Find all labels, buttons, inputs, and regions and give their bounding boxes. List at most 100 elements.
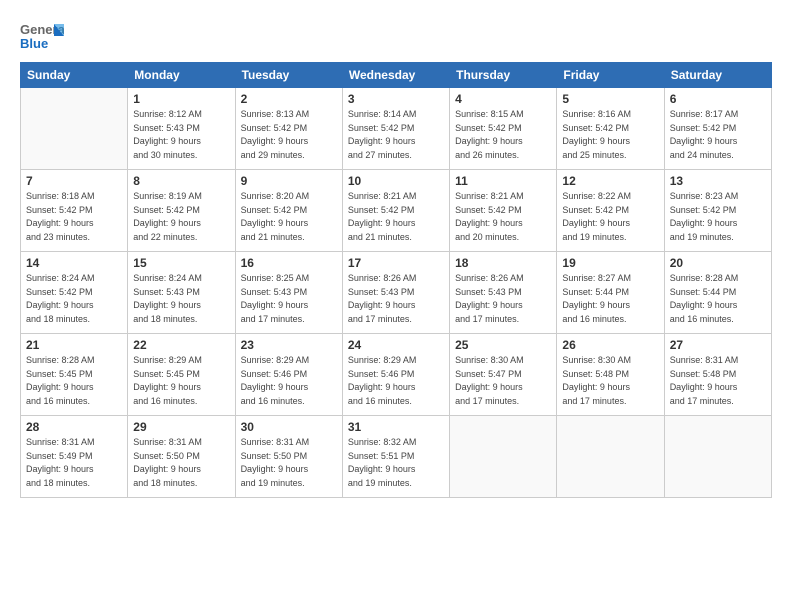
calendar-cell: 29Sunrise: 8:31 AM Sunset: 5:50 PM Dayli… [128, 416, 235, 498]
day-number: 3 [348, 92, 444, 106]
day-number: 25 [455, 338, 551, 352]
day-info: Sunrise: 8:24 AM Sunset: 5:43 PM Dayligh… [133, 272, 229, 326]
day-info: Sunrise: 8:16 AM Sunset: 5:42 PM Dayligh… [562, 108, 658, 162]
day-number: 22 [133, 338, 229, 352]
calendar-cell: 16Sunrise: 8:25 AM Sunset: 5:43 PM Dayli… [235, 252, 342, 334]
day-number: 11 [455, 174, 551, 188]
col-header-friday: Friday [557, 63, 664, 88]
day-info: Sunrise: 8:29 AM Sunset: 5:46 PM Dayligh… [348, 354, 444, 408]
day-number: 24 [348, 338, 444, 352]
header: General Blue [20, 18, 772, 56]
calendar-week-3: 21 Sunrise: 8:28 AM Sunset: 5:45 PM Dayli… [21, 334, 772, 416]
day-info: Sunrise: 8:18 AM Sunset: 5:42 PM Dayligh… [26, 190, 122, 244]
day-info: Sunrise: 8:20 AM Sunset: 5:42 PM Dayligh… [241, 190, 337, 244]
calendar-cell [664, 416, 771, 498]
day-info: Sunrise: 8:27 AM Sunset: 5:44 PM Dayligh… [562, 272, 658, 326]
day-info: Sunrise: 8:26 AM Sunset: 5:43 PM Dayligh… [348, 272, 444, 326]
calendar-cell: 3 Sunrise: 8:14 AM Sunset: 5:42 PM Daylig… [342, 88, 449, 170]
col-header-thursday: Thursday [450, 63, 557, 88]
calendar-week-1: 7 Sunrise: 8:18 AM Sunset: 5:42 PM Daylig… [21, 170, 772, 252]
day-info: Sunrise: 8:30 AM Sunset: 5:47 PM Dayligh… [455, 354, 551, 408]
calendar-cell: 21 Sunrise: 8:28 AM Sunset: 5:45 PM Dayli… [21, 334, 128, 416]
calendar-header-row: SundayMondayTuesdayWednesdayThursdayFrid… [21, 63, 772, 88]
day-info: Sunrise: 8:13 AM Sunset: 5:42 PM Dayligh… [241, 108, 337, 162]
calendar-cell: 26Sunrise: 8:30 AM Sunset: 5:48 PM Dayli… [557, 334, 664, 416]
day-number: 17 [348, 256, 444, 270]
day-info: Sunrise: 8:12 AM Sunset: 5:43 PM Dayligh… [133, 108, 229, 162]
calendar-cell: 7 Sunrise: 8:18 AM Sunset: 5:42 PM Daylig… [21, 170, 128, 252]
calendar-cell: 12Sunrise: 8:22 AM Sunset: 5:42 PM Dayli… [557, 170, 664, 252]
calendar-cell: 20 Sunrise: 8:28 AM Sunset: 5:44 PM Dayli… [664, 252, 771, 334]
day-number: 12 [562, 174, 658, 188]
page: General Blue SundayMondayTuesdayWednesda… [0, 0, 792, 612]
calendar-cell: 15 Sunrise: 8:24 AM Sunset: 5:43 PM Dayli… [128, 252, 235, 334]
day-number: 13 [670, 174, 766, 188]
day-info: Sunrise: 8:24 AM Sunset: 5:42 PM Dayligh… [26, 272, 122, 326]
calendar-cell: 31 Sunrise: 8:32 AM Sunset: 5:51 PM Dayli… [342, 416, 449, 498]
calendar-cell: 13 Sunrise: 8:23 AM Sunset: 5:42 PM Dayli… [664, 170, 771, 252]
day-info: Sunrise: 8:31 AM Sunset: 5:49 PM Dayligh… [26, 436, 122, 490]
day-info: Sunrise: 8:14 AM Sunset: 5:42 PM Dayligh… [348, 108, 444, 162]
calendar-week-0: 1 Sunrise: 8:12 AM Sunset: 5:43 PM Daylig… [21, 88, 772, 170]
col-header-saturday: Saturday [664, 63, 771, 88]
day-info: Sunrise: 8:32 AM Sunset: 5:51 PM Dayligh… [348, 436, 444, 490]
day-info: Sunrise: 8:25 AM Sunset: 5:43 PM Dayligh… [241, 272, 337, 326]
day-info: Sunrise: 8:23 AM Sunset: 5:42 PM Dayligh… [670, 190, 766, 244]
day-number: 18 [455, 256, 551, 270]
calendar-cell: 9Sunrise: 8:20 AM Sunset: 5:42 PM Daylig… [235, 170, 342, 252]
day-info: Sunrise: 8:21 AM Sunset: 5:42 PM Dayligh… [348, 190, 444, 244]
calendar-cell: 2 Sunrise: 8:13 AM Sunset: 5:42 PM Daylig… [235, 88, 342, 170]
calendar-cell: 30 Sunrise: 8:31 AM Sunset: 5:50 PM Dayli… [235, 416, 342, 498]
calendar-cell: 14 Sunrise: 8:24 AM Sunset: 5:42 PM Dayli… [21, 252, 128, 334]
day-number: 2 [241, 92, 337, 106]
day-number: 20 [670, 256, 766, 270]
calendar-cell: 1 Sunrise: 8:12 AM Sunset: 5:43 PM Daylig… [128, 88, 235, 170]
day-number: 1 [133, 92, 229, 106]
calendar-week-2: 14 Sunrise: 8:24 AM Sunset: 5:42 PM Dayli… [21, 252, 772, 334]
day-number: 28 [26, 420, 122, 434]
col-header-monday: Monday [128, 63, 235, 88]
day-info: Sunrise: 8:31 AM Sunset: 5:50 PM Dayligh… [241, 436, 337, 490]
day-number: 27 [670, 338, 766, 352]
day-number: 15 [133, 256, 229, 270]
calendar-cell: 18Sunrise: 8:26 AM Sunset: 5:43 PM Dayli… [450, 252, 557, 334]
day-number: 30 [241, 420, 337, 434]
day-info: Sunrise: 8:31 AM Sunset: 5:48 PM Dayligh… [670, 354, 766, 408]
day-number: 10 [348, 174, 444, 188]
calendar-cell: 22 Sunrise: 8:29 AM Sunset: 5:45 PM Dayli… [128, 334, 235, 416]
day-number: 23 [241, 338, 337, 352]
day-number: 21 [26, 338, 122, 352]
day-number: 7 [26, 174, 122, 188]
day-info: Sunrise: 8:19 AM Sunset: 5:42 PM Dayligh… [133, 190, 229, 244]
calendar-cell: 11Sunrise: 8:21 AM Sunset: 5:42 PM Dayli… [450, 170, 557, 252]
day-info: Sunrise: 8:28 AM Sunset: 5:44 PM Dayligh… [670, 272, 766, 326]
logo: General Blue [20, 18, 64, 56]
day-info: Sunrise: 8:17 AM Sunset: 5:42 PM Dayligh… [670, 108, 766, 162]
calendar-cell: 17 Sunrise: 8:26 AM Sunset: 5:43 PM Dayli… [342, 252, 449, 334]
calendar-cell: 19 Sunrise: 8:27 AM Sunset: 5:44 PM Dayli… [557, 252, 664, 334]
calendar-cell: 6Sunrise: 8:17 AM Sunset: 5:42 PM Daylig… [664, 88, 771, 170]
day-number: 5 [562, 92, 658, 106]
day-number: 14 [26, 256, 122, 270]
day-number: 8 [133, 174, 229, 188]
calendar-cell: 10 Sunrise: 8:21 AM Sunset: 5:42 PM Dayli… [342, 170, 449, 252]
day-info: Sunrise: 8:29 AM Sunset: 5:45 PM Dayligh… [133, 354, 229, 408]
calendar-cell: 8 Sunrise: 8:19 AM Sunset: 5:42 PM Daylig… [128, 170, 235, 252]
calendar-cell: 24 Sunrise: 8:29 AM Sunset: 5:46 PM Dayli… [342, 334, 449, 416]
calendar-cell [557, 416, 664, 498]
calendar-week-4: 28 Sunrise: 8:31 AM Sunset: 5:49 PM Dayli… [21, 416, 772, 498]
day-info: Sunrise: 8:28 AM Sunset: 5:45 PM Dayligh… [26, 354, 122, 408]
col-header-sunday: Sunday [21, 63, 128, 88]
day-number: 31 [348, 420, 444, 434]
calendar-cell: 23 Sunrise: 8:29 AM Sunset: 5:46 PM Dayli… [235, 334, 342, 416]
calendar-cell [450, 416, 557, 498]
day-number: 26 [562, 338, 658, 352]
calendar-cell: 4Sunrise: 8:15 AM Sunset: 5:42 PM Daylig… [450, 88, 557, 170]
col-header-wednesday: Wednesday [342, 63, 449, 88]
day-number: 4 [455, 92, 551, 106]
day-info: Sunrise: 8:29 AM Sunset: 5:46 PM Dayligh… [241, 354, 337, 408]
day-number: 19 [562, 256, 658, 270]
calendar-cell: 28 Sunrise: 8:31 AM Sunset: 5:49 PM Dayli… [21, 416, 128, 498]
calendar-cell: 25 Sunrise: 8:30 AM Sunset: 5:47 PM Dayli… [450, 334, 557, 416]
logo-icon: General Blue [20, 18, 64, 56]
